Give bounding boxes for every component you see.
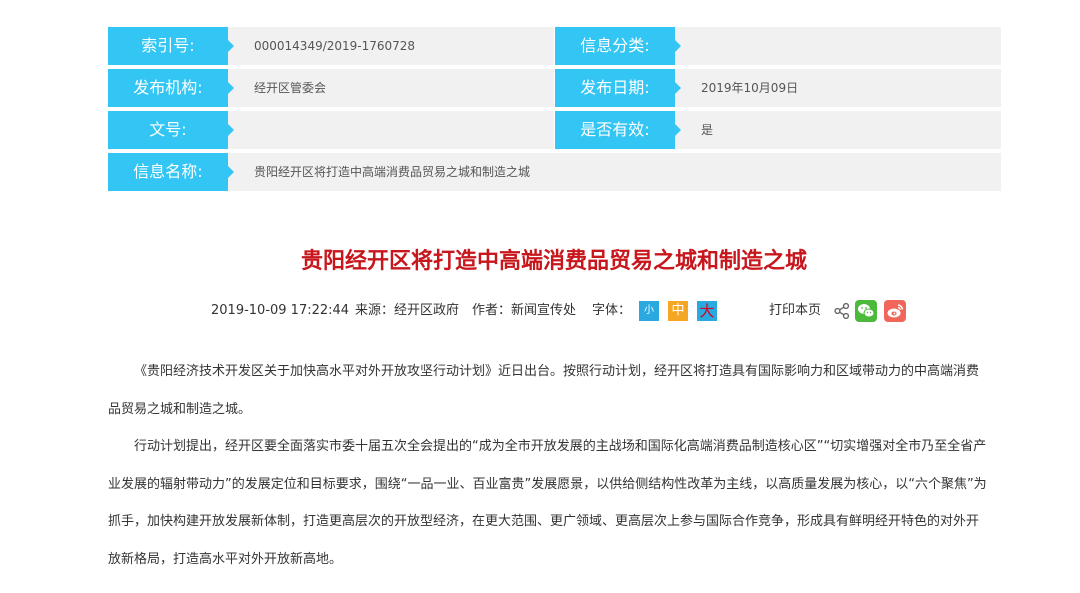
article-author: 作者：新闻宣传处 bbox=[472, 303, 577, 318]
valid-cell: 是否有效: 是 bbox=[555, 111, 1001, 149]
info-row: 文号: 是否有效: 是 bbox=[108, 111, 1001, 153]
font-small-button[interactable]: 小 bbox=[639, 301, 659, 321]
category-cell: 信息分类: bbox=[555, 27, 1001, 65]
category-label: 信息分类: bbox=[555, 27, 681, 65]
publish-datetime: 2019-10-09 17:22:44 bbox=[211, 303, 350, 318]
date-cell: 发布日期: 2019年10月09日 bbox=[555, 69, 1001, 107]
docno-cell: 文号: bbox=[108, 111, 554, 149]
index-value: 000014349/2019-1760728 bbox=[254, 39, 416, 53]
weibo-icon[interactable] bbox=[884, 300, 906, 322]
article-paragraph: 《贵阳经济技术开发区关于加快高水平对外开放攻坚行动计划》近日出台。按照行动计划，… bbox=[108, 364, 980, 417]
info-table: 索引号: 000014349/2019-1760728 信息分类: 发布机构: … bbox=[108, 27, 1001, 195]
wechat-icon[interactable] bbox=[855, 300, 877, 322]
font-size-label: 字体： bbox=[592, 303, 632, 318]
article-source: 来源：经开区政府 bbox=[355, 303, 460, 318]
index-label: 索引号: bbox=[108, 27, 234, 65]
name-value: 贵阳经开区将打造中高端消费品贸易之城和制造之城 bbox=[254, 165, 531, 179]
index-cell: 索引号: 000014349/2019-1760728 bbox=[108, 27, 554, 65]
share-icon[interactable] bbox=[833, 302, 851, 320]
org-label: 发布机构: bbox=[108, 69, 234, 107]
org-value: 经开区管委会 bbox=[254, 81, 327, 95]
org-cell: 发布机构: 经开区管委会 bbox=[108, 69, 554, 107]
info-row: 索引号: 000014349/2019-1760728 信息分类: bbox=[108, 27, 1001, 69]
font-large-button[interactable]: 大 bbox=[697, 301, 717, 321]
info-row: 信息名称: 贵阳经开区将打造中高端消费品贸易之城和制造之城 bbox=[108, 153, 1001, 195]
font-medium-button[interactable]: 中 bbox=[668, 301, 688, 321]
info-row: 发布机构: 经开区管委会 发布日期: 2019年10月09日 bbox=[108, 69, 1001, 111]
article-paragraph: 行动计划提出，经开区要全面落实市委十届五次全会提出的“成为全市开放发展的主战场和… bbox=[108, 439, 987, 567]
article-byline: 2019-10-09 17:22:44 来源：经开区政府 作者：新闻宣传处 字体… bbox=[0, 297, 1080, 325]
name-label: 信息名称: bbox=[108, 153, 234, 191]
article-body: 《贵阳经济技术开发区关于加快高水平对外开放攻坚行动计划》近日出台。按照行动计划，… bbox=[108, 353, 988, 578]
date-value: 2019年10月09日 bbox=[701, 81, 799, 95]
name-cell: 信息名称: 贵阳经开区将打造中高端消费品贸易之城和制造之城 bbox=[108, 153, 1001, 191]
date-label: 发布日期: bbox=[555, 69, 681, 107]
valid-label: 是否有效: bbox=[555, 111, 681, 149]
docno-label: 文号: bbox=[108, 111, 234, 149]
print-page-link[interactable]: 打印本页 bbox=[769, 297, 821, 325]
article-title: 贵阳经开区将打造中高端消费品贸易之城和制造之城 bbox=[300, 249, 807, 274]
